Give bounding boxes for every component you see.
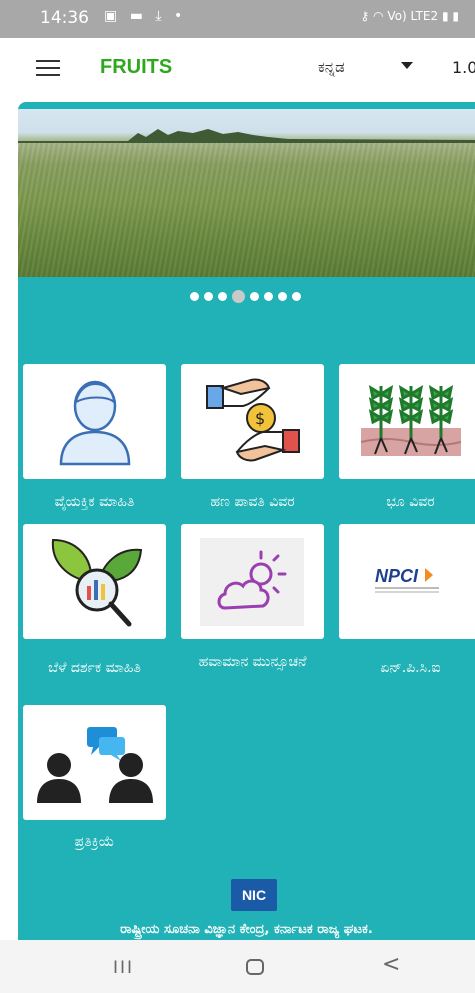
message-icon: ▬: [129, 8, 147, 24]
npci-logo: NPCI: [375, 566, 439, 593]
carousel-indicator: [190, 289, 306, 303]
tile-label: ಭೂ ವಿವರ: [386, 494, 435, 510]
dot-icon: •: [174, 8, 187, 24]
recents-button[interactable]: III: [113, 958, 134, 978]
tile-label: ಹಣ ಪಾವತಿ ವಿವರ: [210, 494, 295, 510]
feedback-icon: [37, 727, 153, 803]
tile-box[interactable]: [23, 705, 166, 820]
nav-bar: III <: [0, 940, 475, 993]
carousel-dot[interactable]: [218, 291, 227, 301]
signal-icon: ▮: [441, 9, 449, 23]
crops-icon: [361, 384, 461, 456]
money-transfer-icon: $: [206, 378, 300, 462]
back-button[interactable]: <: [382, 952, 400, 977]
carousel-dot[interactable]: [292, 291, 301, 301]
banner-image[interactable]: [18, 109, 475, 277]
svg-text:NPCI: NPCI: [375, 566, 419, 586]
notification-icons: ▣ ▬ ⤓ •: [104, 8, 186, 24]
wifi-icon: ◠: [373, 9, 384, 23]
chevron-down-icon[interactable]: [401, 62, 413, 69]
carousel-dot-active[interactable]: [232, 289, 245, 303]
tile-box[interactable]: $: [181, 364, 324, 479]
menu-icon[interactable]: [36, 60, 60, 78]
tile-box[interactable]: [23, 364, 166, 479]
key-icon: ⚷: [360, 9, 370, 23]
gallery-icon: ▣: [104, 8, 122, 24]
leaf-magnifier-icon: [51, 538, 143, 627]
carousel-dot[interactable]: [250, 291, 259, 301]
person-icon: [59, 380, 131, 466]
carousel-dot[interactable]: [204, 291, 213, 301]
carousel-dot[interactable]: [264, 291, 273, 301]
tile-label: ಹವಾಮಾನ ಮುನ್ಸೂಚನೆ: [198, 654, 307, 670]
volte-icon: Vo) LTE2: [387, 9, 439, 23]
svg-text:$: $: [255, 409, 265, 428]
weather-icon: [217, 550, 287, 610]
carousel-dot[interactable]: [278, 291, 287, 301]
home-button[interactable]: [246, 959, 264, 975]
battery-icon: ▮: [452, 9, 459, 23]
footer-text: ರಾಷ್ಟ್ರೀಯ ಸೂಚನಾ ವಿಜ್ಞಾನ ಕೇಂದ್ರ, ಕರ್ನಾಟಕ …: [120, 922, 373, 937]
tile-label: ಪ್ರತಿಕ್ರಿಯೆ: [74, 834, 115, 850]
tree-line: [18, 129, 475, 143]
tile-box[interactable]: [181, 524, 324, 639]
tile-label: ಬೆಳೆ ದರ್ಶಕ ಮಾಹಿತಿ: [48, 660, 141, 676]
tile-box[interactable]: NPCI: [339, 524, 475, 639]
tile-label: ವೈಯಕ್ತಿಕ ಮಾಹಿತಿ: [54, 494, 135, 510]
app-title: FRUITS: [100, 56, 173, 78]
version-label: 1.0: [452, 58, 475, 77]
nic-logo: NIC: [231, 879, 277, 911]
status-time: 14:36: [40, 8, 89, 28]
app-bar: FRUITS ಕನ್ನಡ 1.0: [0, 38, 475, 102]
tile-box[interactable]: [339, 364, 475, 479]
wheat-field: [18, 143, 475, 277]
carousel-dot[interactable]: [190, 291, 199, 301]
tile-label: ಏನ್.ಪಿ.ಸಿ.ಐ: [380, 660, 441, 676]
system-icons: ⚷ ◠ Vo) LTE2 ▮ ▮: [360, 9, 459, 23]
tile-box[interactable]: [23, 524, 166, 639]
download-icon: ⤓: [155, 8, 166, 24]
language-select[interactable]: ಕನ್ನಡ: [318, 58, 345, 76]
status-bar: 14:36 ▣ ▬ ⤓ • ⚷ ◠ Vo) LTE2 ▮ ▮: [0, 0, 475, 38]
